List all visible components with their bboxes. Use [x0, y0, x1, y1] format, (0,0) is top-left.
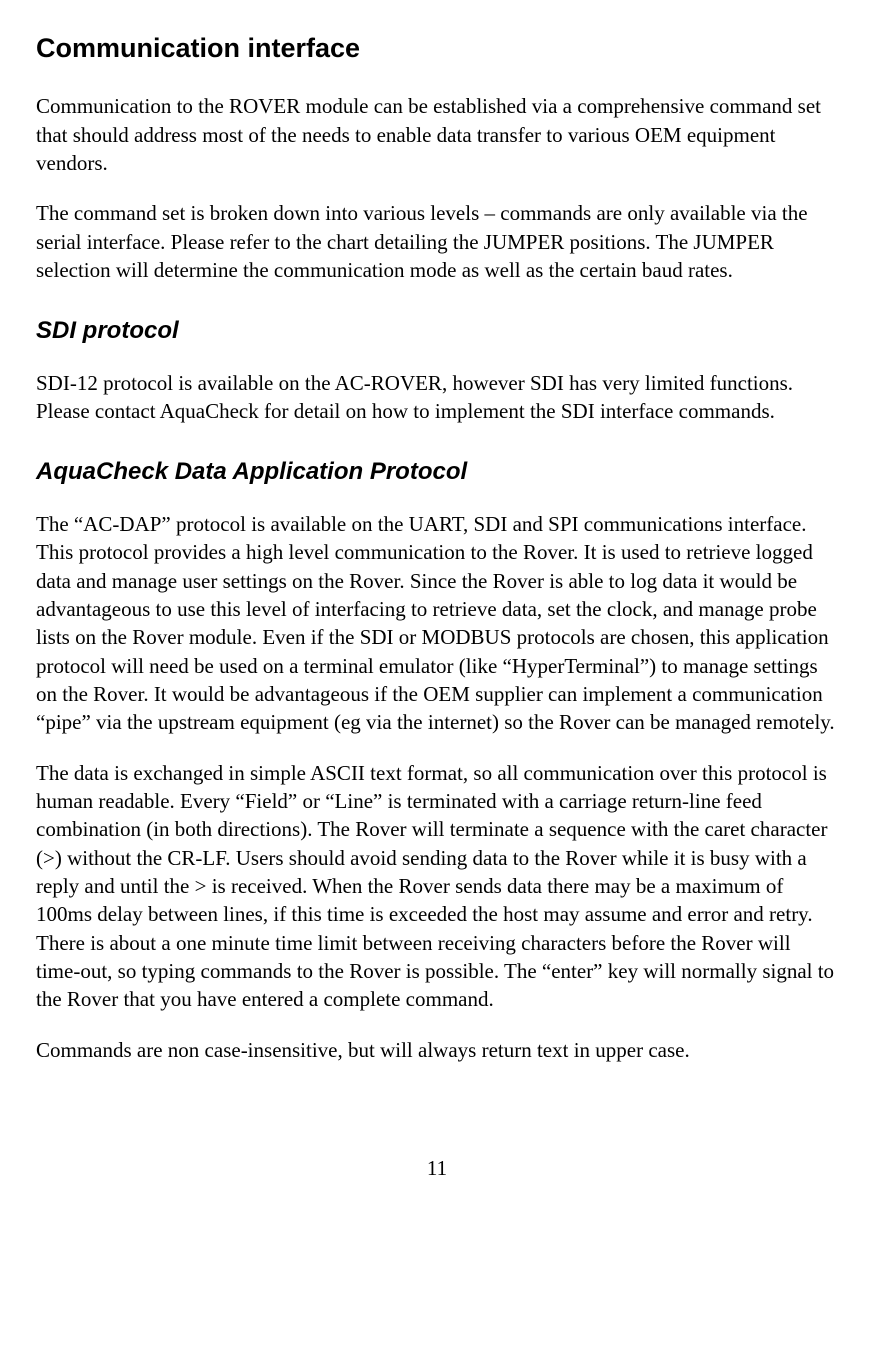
- paragraph-ascii-format: The data is exchanged in simple ASCII te…: [36, 759, 838, 1014]
- page-number: 11: [36, 1154, 838, 1182]
- heading-communication-interface: Communication interface: [36, 30, 838, 66]
- paragraph-command-set: The command set is broken down into vari…: [36, 199, 838, 284]
- paragraph-intro: Communication to the ROVER module can be…: [36, 92, 838, 177]
- heading-sdi-protocol: SDI protocol: [36, 315, 838, 347]
- paragraph-case-insensitive: Commands are non case-insensitive, but w…: [36, 1036, 838, 1064]
- paragraph-acdap-intro: The “AC-DAP” protocol is available on th…: [36, 510, 838, 737]
- heading-aquacheck-protocol: AquaCheck Data Application Protocol: [36, 456, 838, 488]
- paragraph-sdi: SDI-12 protocol is available on the AC-R…: [36, 369, 838, 426]
